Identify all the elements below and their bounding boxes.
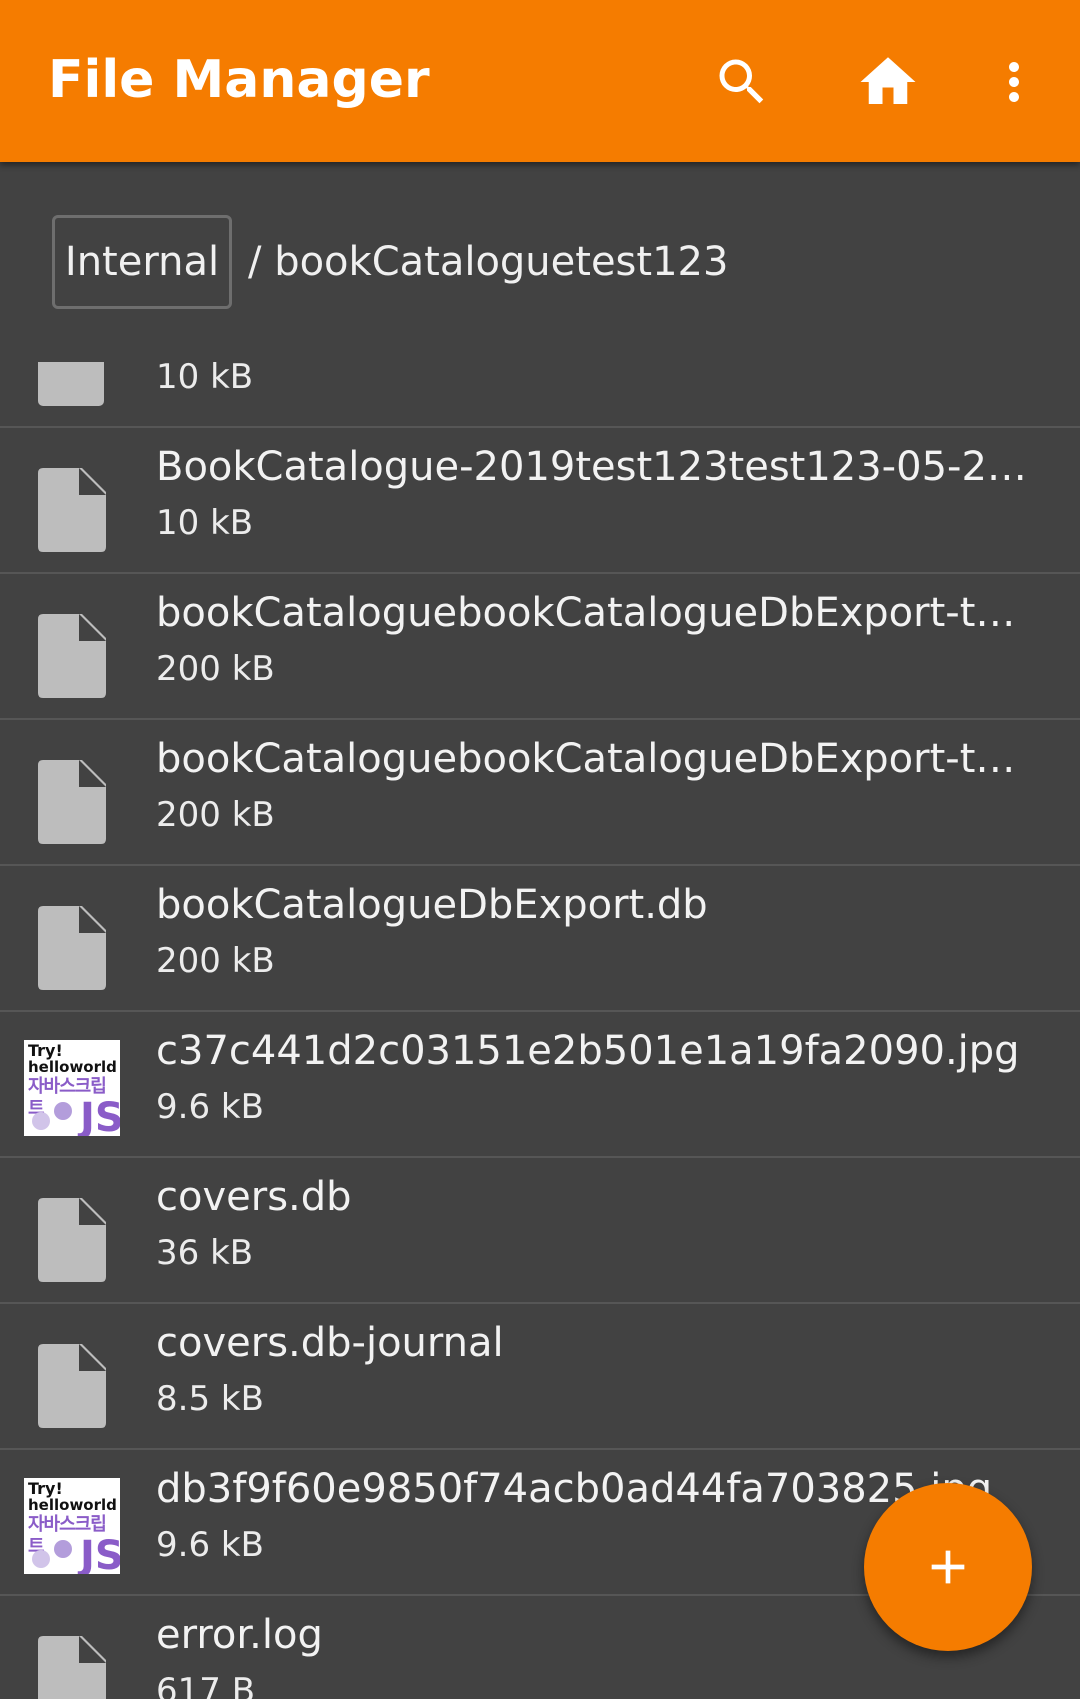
file-icon <box>38 906 106 990</box>
file-size: 200 kB <box>156 795 275 835</box>
breadcrumb-path[interactable]: / bookCataloguetest123 <box>248 235 728 289</box>
thumbnail-decoration <box>54 1102 72 1120</box>
file-icon <box>38 1198 106 1282</box>
image-thumbnail: Try! helloworld 자바스크립트 JS <box>24 1478 120 1574</box>
file-row[interactable]: bookCataloguebookCatalogueDbExport-tmp.…… <box>0 720 1080 866</box>
thumbnail-decoration <box>54 1540 72 1558</box>
file-name: covers.db <box>156 1174 352 1220</box>
home-icon <box>860 57 916 104</box>
file-row[interactable]: BookCatalogue-2019test123test123-05-26.b… <box>0 428 1080 574</box>
breadcrumb-root-internal[interactable]: Internal <box>52 215 232 309</box>
add-icon <box>931 1550 965 1584</box>
file-row[interactable]: covers.db-journal 8.5 kB <box>0 1304 1080 1450</box>
file-icon <box>38 614 106 698</box>
file-row[interactable]: covers.db 36 kB <box>0 1158 1080 1304</box>
folder-icon <box>38 362 104 406</box>
home-button[interactable] <box>846 40 930 124</box>
thumbnail-text: JS <box>80 1533 120 1574</box>
file-size: 8.5 kB <box>156 1379 264 1419</box>
file-name: bookCataloguebookCatalogueDbExport-tmp.… <box>156 736 1036 782</box>
app-bar: File Manager <box>0 0 1080 162</box>
file-name: bookCatalogueDbExport.db <box>156 882 708 928</box>
file-name: covers.db-journal <box>156 1320 504 1366</box>
file-size: 36 kB <box>156 1233 254 1273</box>
thumbnail-text: helloworld <box>28 1496 117 1514</box>
more-vert-icon <box>1009 62 1019 102</box>
file-name: bookCataloguebookCatalogueDbExport-tmp.… <box>156 590 1036 636</box>
search-icon <box>719 59 764 104</box>
search-button[interactable] <box>700 40 784 124</box>
file-row[interactable]: bookCatalogueDbExport.db 200 kB <box>0 866 1080 1012</box>
file-size: 200 kB <box>156 941 275 981</box>
file-row[interactable]: Try! helloworld 자바스크립트 JS c37c441d2c0315… <box>0 1012 1080 1158</box>
app-title: File Manager <box>48 50 430 110</box>
file-size: 10 kB <box>156 362 254 397</box>
thumbnail-text: helloworld <box>28 1058 117 1076</box>
file-size: 9.6 kB <box>156 1525 264 1565</box>
file-icon <box>38 1636 106 1699</box>
file-icon <box>38 468 106 552</box>
file-name: c37c441d2c03151e2b501e1a19fa2090.jpg <box>156 1028 1020 1074</box>
file-size: 200 kB <box>156 649 275 689</box>
file-row[interactable]: 10 kB <box>0 362 1080 428</box>
image-thumbnail: Try! helloworld 자바스크립트 JS <box>24 1040 120 1136</box>
thumbnail-decoration <box>32 1550 50 1568</box>
file-icon <box>38 760 106 844</box>
thumbnail-text: JS <box>80 1095 120 1136</box>
add-fab-button[interactable] <box>864 1483 1032 1651</box>
file-size: 9.6 kB <box>156 1087 264 1127</box>
file-size: 617 B <box>156 1671 256 1699</box>
overflow-menu-button[interactable] <box>972 40 1056 124</box>
file-icon <box>38 1344 106 1428</box>
file-size: 10 kB <box>156 503 254 543</box>
file-row[interactable]: bookCataloguebookCatalogueDbExport-tmp.…… <box>0 574 1080 720</box>
file-name: BookCatalogue-2019test123test123-05-26.b… <box>156 444 1036 490</box>
thumbnail-decoration <box>32 1112 50 1130</box>
